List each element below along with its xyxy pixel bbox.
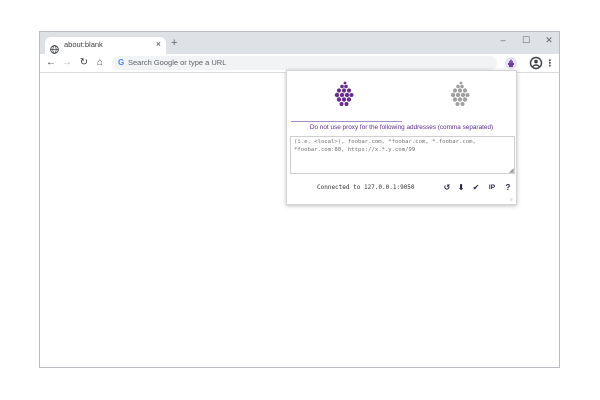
- bypass-label: Do not use proxy for the following addre…: [309, 124, 494, 131]
- proxy-off-icon: [450, 81, 470, 106]
- reset-icon[interactable]: ↺: [441, 182, 453, 194]
- globe-icon: [50, 41, 59, 54]
- omnibox-placeholder: Search Google or type a URL: [128, 58, 227, 67]
- help-button[interactable]: ?: [502, 182, 514, 194]
- menu-button[interactable]: ⋮: [545, 56, 555, 70]
- back-button[interactable]: ←: [44, 56, 58, 70]
- proxy-off-button[interactable]: [403, 77, 518, 117]
- proxy-on-button[interactable]: [287, 77, 402, 122]
- new-tab-button[interactable]: +: [171, 38, 177, 49]
- maximize-button[interactable]: ☐: [519, 35, 533, 46]
- bypass-list-input[interactable]: (i.e. <local>), foobar.com, *foobar.com,…: [290, 136, 515, 174]
- home-button[interactable]: ⌂: [93, 56, 107, 70]
- textarea-resize-handle[interactable]: ◢: [509, 168, 514, 174]
- google-logo-icon: G: [118, 58, 125, 67]
- popup-resize-handle[interactable]: ≡: [510, 198, 513, 203]
- proxy-extension-icon[interactable]: [505, 57, 517, 69]
- close-window-button[interactable]: ✕: [542, 35, 556, 46]
- active-mode-underline: [291, 121, 402, 122]
- proxy-on-icon: [334, 81, 354, 106]
- tab-close-icon[interactable]: ×: [156, 39, 161, 50]
- tab-title: about:blank: [64, 40, 103, 49]
- proxy-popup: Do not use proxy for the following addre…: [286, 70, 517, 205]
- tab-about-blank[interactable]: about:blank ×: [45, 37, 166, 54]
- apply-check-icon[interactable]: ✔: [470, 182, 482, 194]
- ip-button[interactable]: IP: [486, 182, 498, 194]
- connection-status: Connected to 127.0.0.1:9050: [317, 184, 415, 191]
- download-icon[interactable]: ⬇: [455, 182, 467, 194]
- title-bar: about:blank × + – ☐ ✕: [40, 32, 559, 54]
- forward-button[interactable]: →: [60, 56, 74, 70]
- profile-icon[interactable]: [529, 56, 543, 70]
- reload-button[interactable]: ↻: [77, 56, 91, 70]
- minimize-button[interactable]: –: [496, 35, 510, 46]
- omnibox[interactable]: G Search Google or type a URL: [112, 56, 497, 70]
